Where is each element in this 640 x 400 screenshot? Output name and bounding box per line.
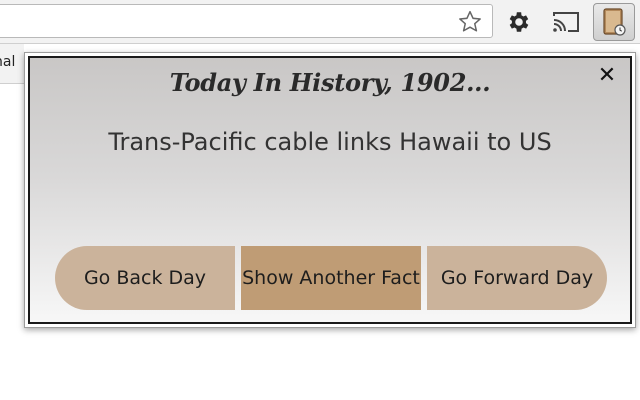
- history-book-icon: [603, 8, 626, 36]
- extension-popup: ✕ Today In History, 1902... Trans-Pacifi…: [24, 52, 636, 328]
- history-fact: Trans-Pacific cable links Hawaii to US: [108, 128, 552, 156]
- settings-button[interactable]: [503, 7, 535, 37]
- gear-icon: [509, 12, 529, 32]
- today-in-history-extension-button[interactable]: [593, 3, 635, 41]
- star-icon: [459, 10, 481, 32]
- browser-toolbar: [0, 0, 640, 44]
- bookmark-item[interactable]: nal: [0, 54, 15, 70]
- popup-heading: Today In History, 1902...: [169, 68, 491, 97]
- address-bar[interactable]: [0, 4, 493, 38]
- bookmark-star-button[interactable]: [455, 7, 485, 37]
- popup-panel: ✕ Today In History, 1902... Trans-Pacifi…: [28, 56, 632, 324]
- go-forward-day-button[interactable]: Go Forward Day: [427, 246, 607, 310]
- show-another-fact-button[interactable]: Show Another Fact: [241, 246, 421, 310]
- cast-button[interactable]: [549, 7, 583, 37]
- bookmarks-bar: nal: [0, 44, 24, 84]
- go-back-day-button[interactable]: Go Back Day: [55, 246, 235, 310]
- cast-icon: [553, 12, 579, 32]
